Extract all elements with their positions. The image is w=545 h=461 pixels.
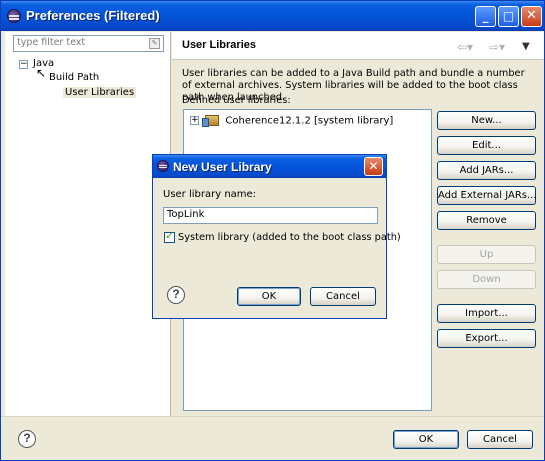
add-external-jars-button[interactable]: Add External JARs...	[437, 186, 537, 205]
minimize-button[interactable]: _	[475, 6, 496, 27]
remove-button[interactable]: Remove	[437, 211, 536, 230]
tree-item-user-libraries[interactable]: User Libraries	[63, 87, 137, 98]
eclipse-icon	[157, 160, 169, 172]
dialog-ok-button[interactable]: OK	[237, 287, 301, 306]
expand-library-icon[interactable]: +	[190, 116, 199, 125]
edit-button[interactable]: Edit...	[437, 136, 536, 155]
dialog-title: New User Library	[173, 160, 272, 174]
add-jars-button[interactable]: Add JARs...	[437, 161, 536, 180]
help-icon[interactable]: ?	[18, 430, 36, 448]
defined-libraries-label: Defined user libraries:	[182, 95, 291, 106]
dialog-titlebar[interactable]: New User Library ✕	[153, 155, 386, 178]
clear-filter-icon[interactable]: ✎	[149, 38, 160, 49]
system-library-checkbox[interactable]: ✓	[164, 232, 175, 243]
library-icon	[202, 115, 220, 127]
down-button[interactable]: Down	[437, 270, 536, 289]
filter-input[interactable]: type filter text ✎	[13, 35, 164, 52]
tree-item-label: User Libraries	[65, 87, 135, 98]
library-label: Coherence12.1.2 [system library]	[225, 115, 394, 127]
filter-placeholder: type filter text	[17, 37, 86, 48]
view-menu-icon[interactable]: ▼	[522, 41, 530, 52]
up-button[interactable]: Up	[437, 245, 536, 264]
preference-tree-panel: type filter text ✎ − Java ↖ Build Path U…	[5, 32, 171, 416]
library-name-label: User library name:	[163, 189, 257, 200]
page-header: User Libraries ⇦▾ ⇨▾ ▼	[172, 32, 544, 60]
system-library-label: System library (added to the boot class …	[178, 232, 401, 243]
help-icon[interactable]: ?	[167, 286, 185, 304]
library-name-input[interactable]: TopLink	[163, 207, 378, 224]
import-button[interactable]: Import...	[437, 304, 536, 323]
window-titlebar[interactable]: Preferences (Filtered) _ □ ✕	[1, 1, 544, 31]
maximize-button[interactable]: □	[498, 6, 519, 27]
new-button[interactable]: New...	[437, 111, 536, 130]
collapse-java-icon[interactable]: −	[19, 60, 28, 69]
page-title: User Libraries	[182, 39, 256, 51]
cancel-button[interactable]: Cancel	[467, 430, 533, 449]
dialog-button-bar: ? OK Cancel	[1, 416, 544, 460]
eclipse-icon	[7, 9, 21, 23]
dialog-cancel-button[interactable]: Cancel	[310, 287, 376, 306]
tree-item-build-path[interactable]: Build Path	[49, 72, 99, 83]
library-item[interactable]: + Coherence12.1.2 [system library]	[190, 115, 393, 127]
close-button[interactable]: ✕	[521, 6, 542, 27]
ok-button[interactable]: OK	[393, 430, 459, 449]
export-button[interactable]: Export...	[437, 329, 536, 348]
forward-arrow-icon[interactable]: ⇨▾	[489, 40, 505, 54]
tree-item-label: Build Path	[49, 72, 100, 83]
window-title: Preferences (Filtered)	[26, 8, 160, 23]
dialog-close-button[interactable]: ✕	[364, 157, 383, 176]
new-user-library-dialog: New User Library ✕ User library name: To…	[152, 154, 401, 319]
back-arrow-icon[interactable]: ⇦▾	[457, 40, 473, 54]
mouse-cursor-icon: ↖	[36, 66, 47, 80]
